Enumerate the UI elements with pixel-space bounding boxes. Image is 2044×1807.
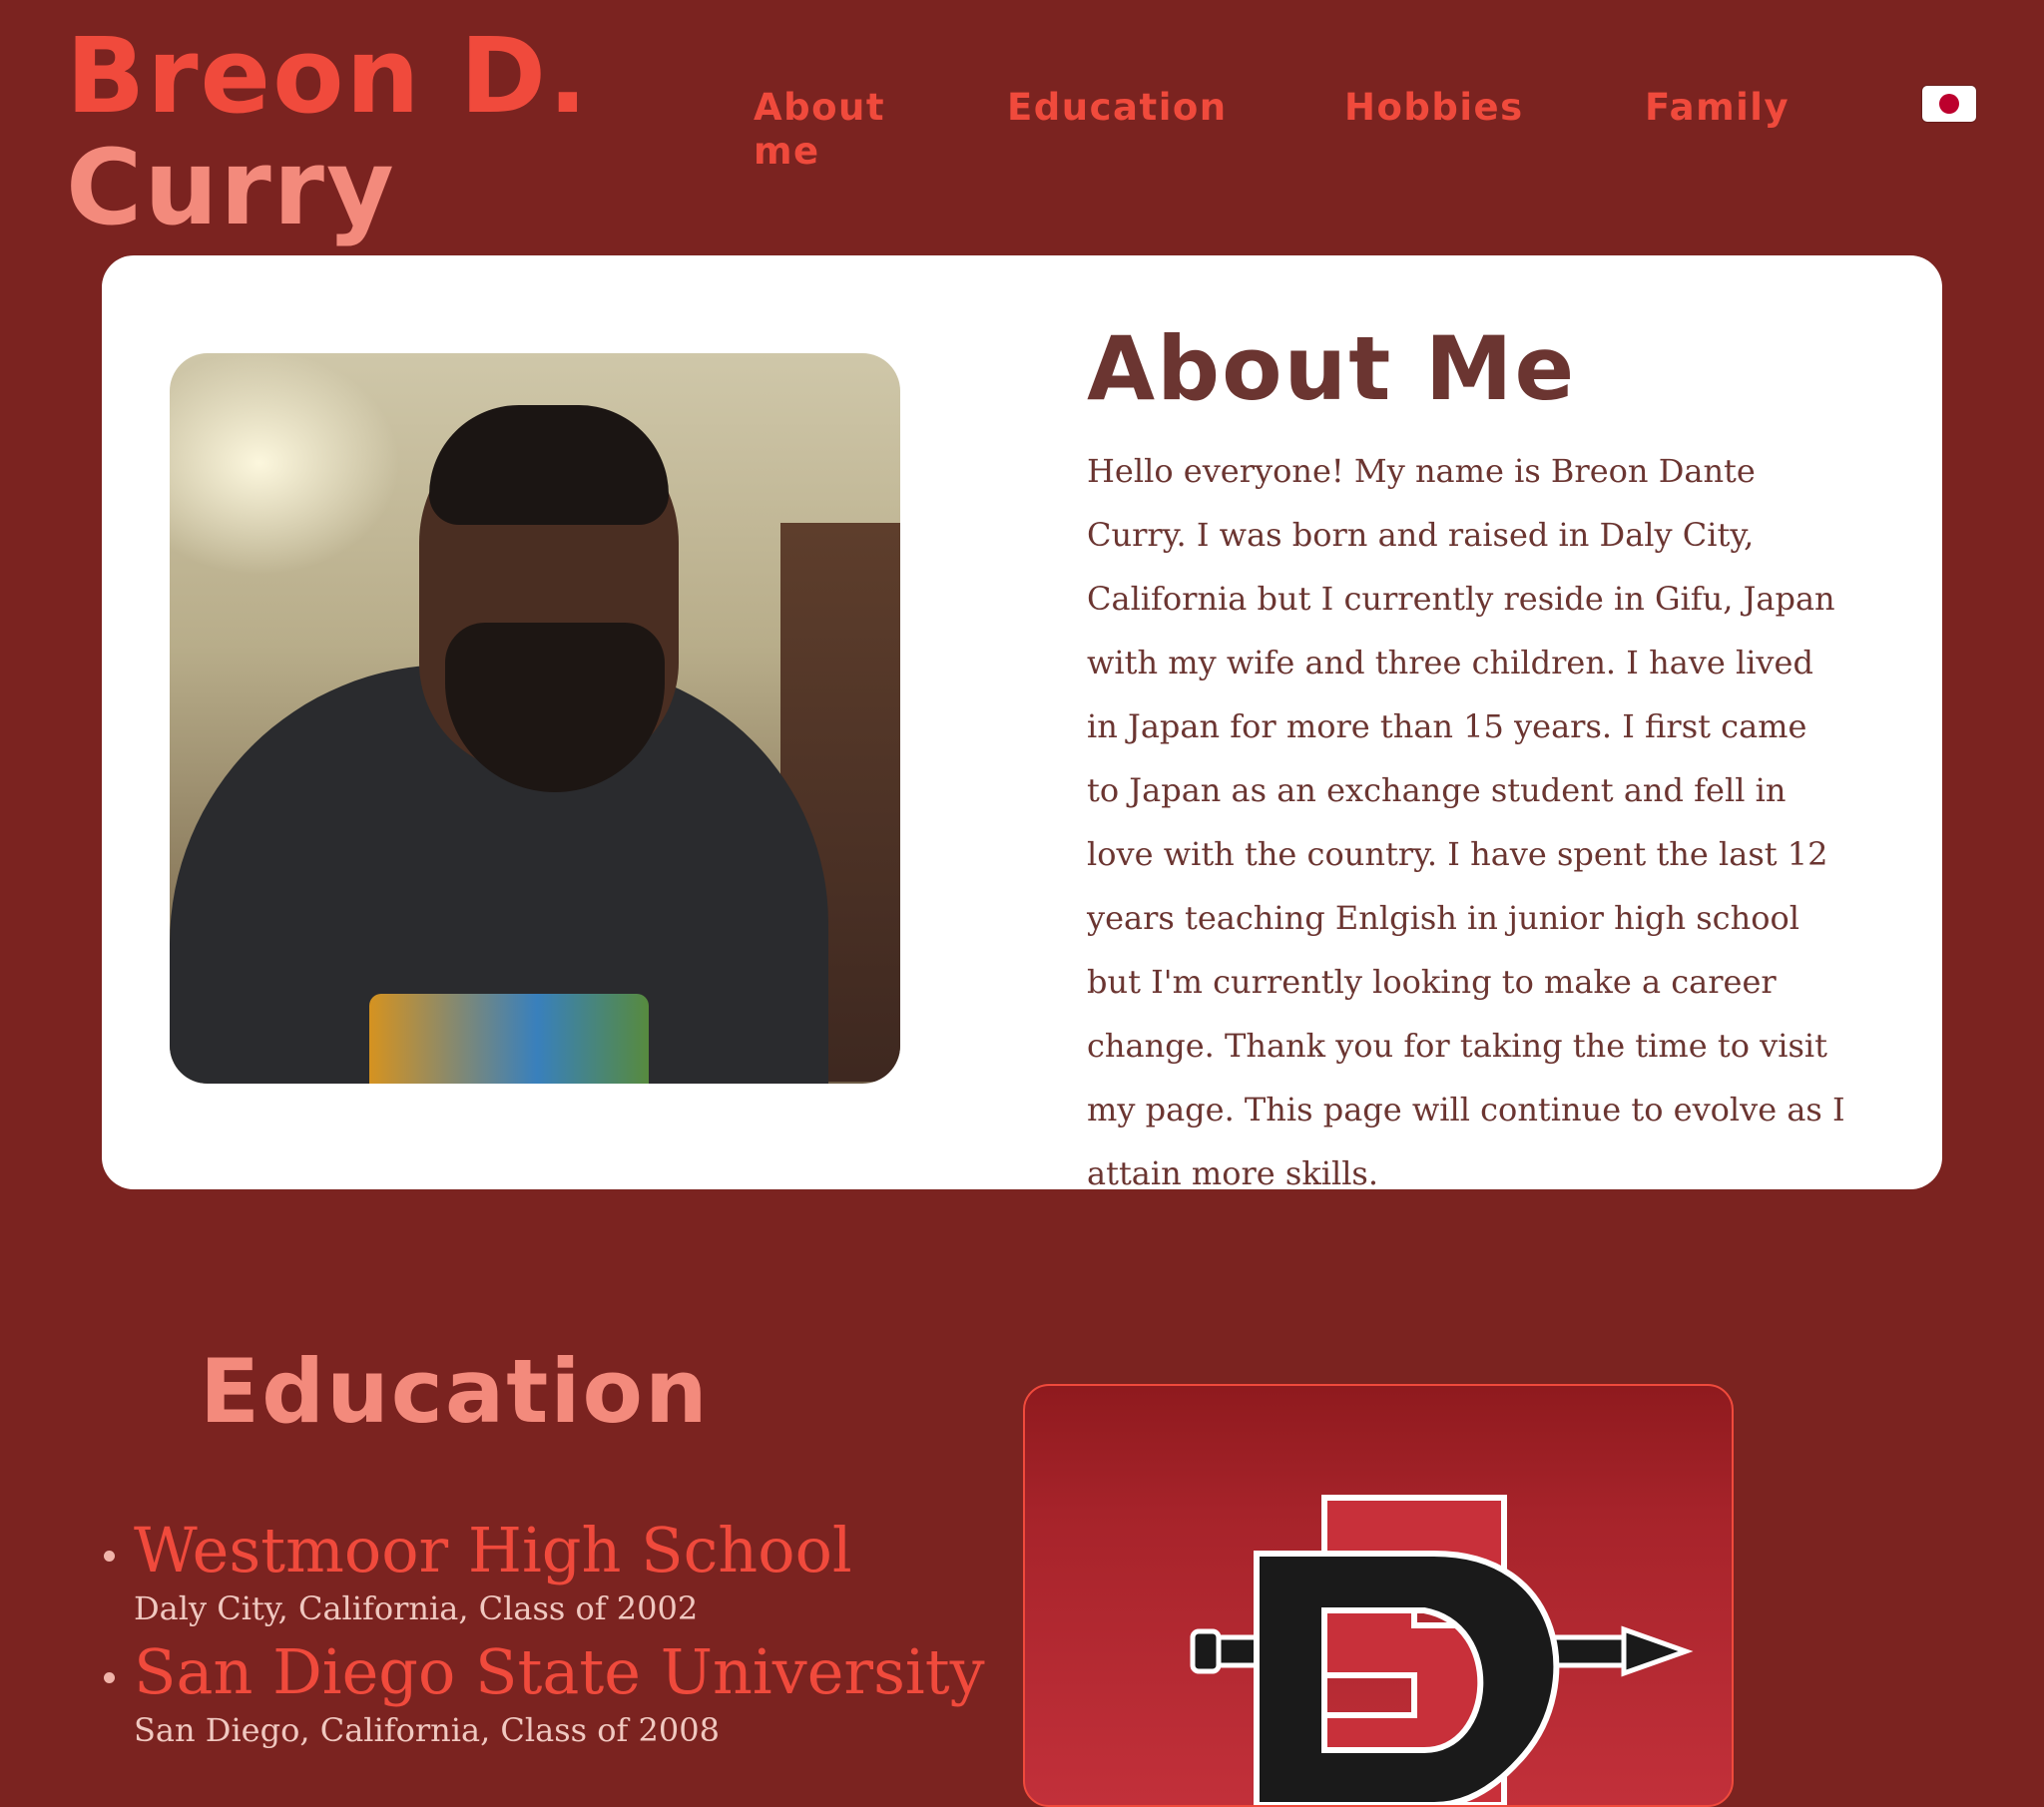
logo-d-shape — [1254, 1551, 1560, 1805]
japan-flag-icon[interactable] — [1922, 86, 1976, 122]
school-name: Westmoor High School — [134, 1514, 852, 1586]
site-title: Breon D. Curry — [66, 20, 590, 243]
about-paragraph: Hello everyone! My name is Breon Dante C… — [1087, 452, 1845, 1192]
photo-shirt-print — [369, 994, 649, 1084]
spear-tip — [1621, 1625, 1694, 1677]
profile-photo — [170, 353, 900, 1084]
school-name: San Diego State University — [134, 1635, 985, 1708]
photo-hair — [429, 405, 669, 525]
bullet-icon — [104, 1551, 115, 1562]
site-title-line1: Breon D. — [66, 15, 590, 137]
education-list: Westmoor High School Daly City, Californ… — [100, 1513, 985, 1756]
school-detail: Daly City, California, Class of 2002 — [134, 1589, 699, 1627]
sdsu-logo-card — [1023, 1384, 1734, 1807]
list-item: San Diego State University San Diego, Ca… — [100, 1634, 985, 1750]
sdsu-logo — [1190, 1495, 1694, 1805]
about-card: About Me Hello everyone! My name is Breo… — [102, 255, 1942, 1192]
bullet-icon — [104, 1672, 115, 1683]
about-heading: About Me — [1087, 317, 1577, 420]
site-title-line2: Curry — [66, 127, 396, 248]
nav-education[interactable]: Education — [1007, 86, 1228, 130]
nav-hobbies[interactable]: Hobbies — [1344, 86, 1524, 130]
school-detail: San Diego, California, Class of 2008 — [134, 1711, 720, 1749]
list-item: Westmoor High School Daly City, Californ… — [100, 1513, 985, 1628]
flag-disc — [1939, 94, 1959, 114]
spear-butt — [1190, 1628, 1222, 1674]
nav-family[interactable]: Family — [1645, 86, 1789, 130]
nav-about-me[interactable]: About me — [754, 86, 913, 174]
education-heading: Education — [200, 1340, 710, 1443]
